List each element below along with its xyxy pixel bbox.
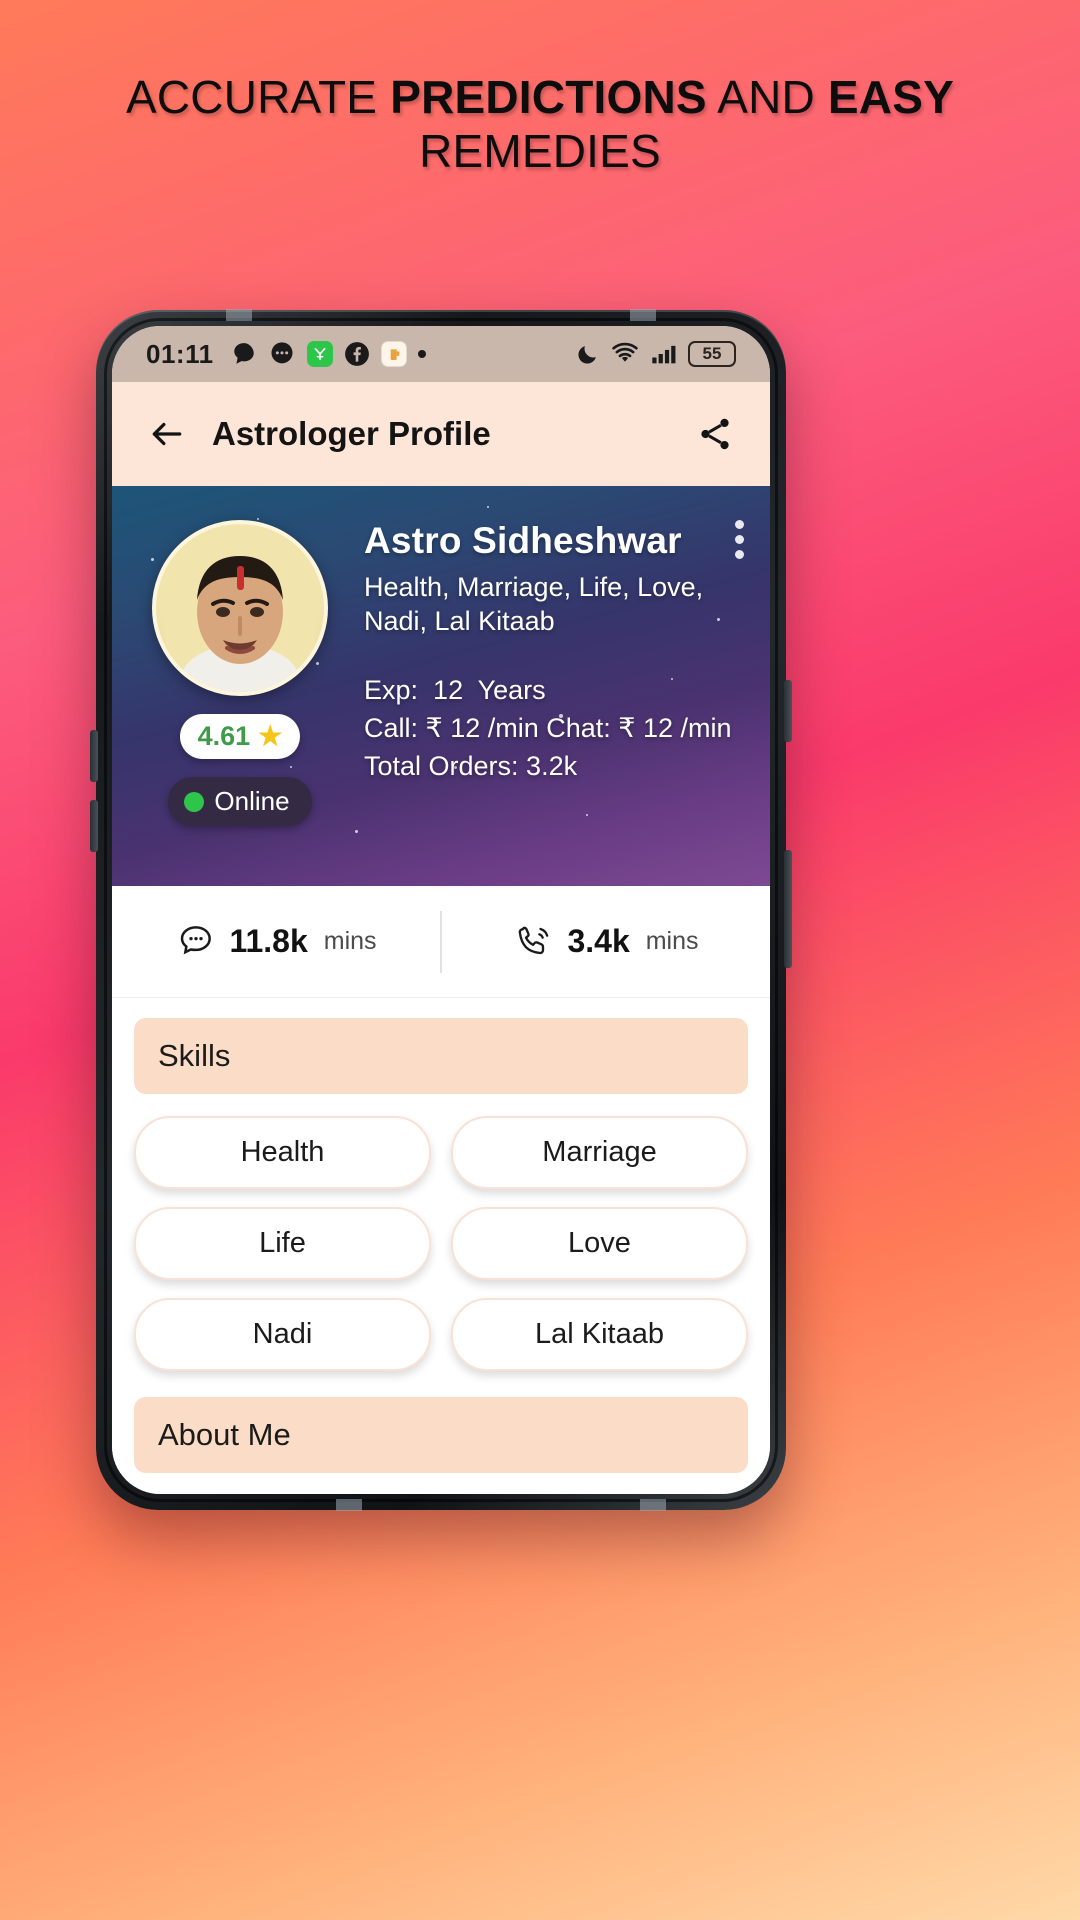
antenna-band-bottom-left <box>336 1499 362 1511</box>
skill-chip[interactable]: Health <box>134 1116 431 1189</box>
phone-screen: 01:11 55 Astrologer Profile 4.61 ★ Onlin… <box>112 326 770 1494</box>
profile-right-column: Astro Sidheshwar Health, Marriage, Life,… <box>338 520 740 886</box>
stats-bar: 11.8k mins 3.4k mins <box>112 886 770 998</box>
profile-body: Skills Health Marriage Life Love Nadi La… <box>112 998 770 1473</box>
messages-icon <box>268 340 296 368</box>
battery-icon: 55 <box>688 341 736 367</box>
astrologer-name: Astro Sidheshwar <box>364 520 682 561</box>
rating-badge: 4.61 ★ <box>179 714 301 759</box>
profile-left-column: 4.61 ★ Online <box>142 520 338 886</box>
skills-section-heading: Skills <box>134 1018 748 1094</box>
app-bar: Astrologer Profile <box>112 382 770 486</box>
astrologer-photo <box>165 526 315 692</box>
experience-row: Exp: 12 Years <box>364 672 740 710</box>
page-title: Astrologer Profile <box>212 415 491 452</box>
about-section-heading: About Me <box>134 1397 748 1473</box>
promo-text-1: ACCURATE <box>125 71 391 123</box>
beer-app-icon <box>380 341 407 367</box>
antenna-band-top-left <box>226 309 252 321</box>
share-icon[interactable] <box>696 415 734 453</box>
price-row: Call: ₹ 12 /min Chat: ₹ 12 /min <box>364 712 732 743</box>
kebab-menu-icon[interactable] <box>735 520 744 559</box>
status-bar: 01:11 55 <box>112 326 770 382</box>
promo-text-2: AND <box>706 71 828 123</box>
experience-label: Exp: <box>364 675 419 706</box>
promo-headline: ACCURATE PREDICTIONS AND EASY REMEDIES <box>0 70 1080 179</box>
astrologer-specialties: Health, Marriage, Life, Love, Nadi, Lal … <box>364 572 704 637</box>
total-orders-row: Total Orders: 3.2k <box>364 750 578 781</box>
chat-bubble-icon <box>175 922 215 962</box>
power-button[interactable] <box>784 680 792 742</box>
wifi-icon <box>610 342 640 366</box>
chat-minutes-value: 11.8k <box>229 923 308 959</box>
side-button-left-upper[interactable] <box>90 730 98 782</box>
promo-line-2: REMEDIES <box>419 125 661 178</box>
call-minutes-stat: 3.4k mins <box>442 922 770 962</box>
status-badge-label: Online <box>214 786 290 816</box>
experience-unit: Years <box>477 675 546 706</box>
skills-chip-list: Health Marriage Life Love Nadi Lal Kitaa… <box>134 1116 748 1371</box>
status-badge: Online <box>168 777 312 826</box>
call-minutes-unit: mins <box>645 927 699 955</box>
promo-bold-predictions: PREDICTIONS <box>390 71 707 123</box>
status-bar-right: 55 <box>575 341 736 367</box>
facebook-icon <box>344 341 370 367</box>
more-dot-icon <box>417 350 426 358</box>
promo-bold-easy: EASY <box>827 71 954 123</box>
profile-hero: 4.61 ★ Online Astro Sidheshwar Health, M… <box>112 486 770 886</box>
status-bar-clock: 01:11 <box>146 338 214 369</box>
volume-buttons[interactable] <box>784 850 792 968</box>
chat-minutes-unit: mins <box>323 927 377 955</box>
cellular-signal-icon <box>650 342 678 366</box>
skill-chip[interactable]: Love <box>451 1207 748 1280</box>
side-button-left-lower[interactable] <box>90 800 98 852</box>
battery-level-text: 55 <box>702 344 722 363</box>
skill-chip[interactable]: Lal Kitaab <box>451 1298 748 1371</box>
do-not-disturb-moon-icon <box>575 342 600 367</box>
skill-chip[interactable]: Life <box>134 1207 431 1280</box>
call-minutes-value: 3.4k <box>567 923 630 959</box>
back-arrow-icon[interactable] <box>148 415 186 453</box>
rating-value: 4.61 <box>197 721 251 751</box>
experience-value: 12 <box>433 675 464 706</box>
antenna-band-bottom-right <box>640 1499 666 1511</box>
skill-chip[interactable]: Nadi <box>134 1298 431 1371</box>
phone-mockup: 01:11 55 Astrologer Profile 4.61 ★ Onlin… <box>90 309 792 1511</box>
avatar <box>152 520 328 696</box>
green-app-icon <box>306 341 333 367</box>
skill-chip[interactable]: Marriage <box>451 1116 748 1189</box>
chat-minutes-stat: 11.8k mins <box>112 922 440 962</box>
antenna-band-top-right <box>630 309 656 321</box>
profile-meta: Exp: 12 Years Call: ₹ 12 /min Chat: ₹ 12… <box>364 672 740 785</box>
online-dot-icon <box>184 791 205 812</box>
status-bar-left: 01:11 <box>146 339 563 370</box>
star-icon: ★ <box>258 721 283 751</box>
chat-bubble-icon <box>231 341 257 367</box>
phone-call-icon <box>513 922 553 962</box>
